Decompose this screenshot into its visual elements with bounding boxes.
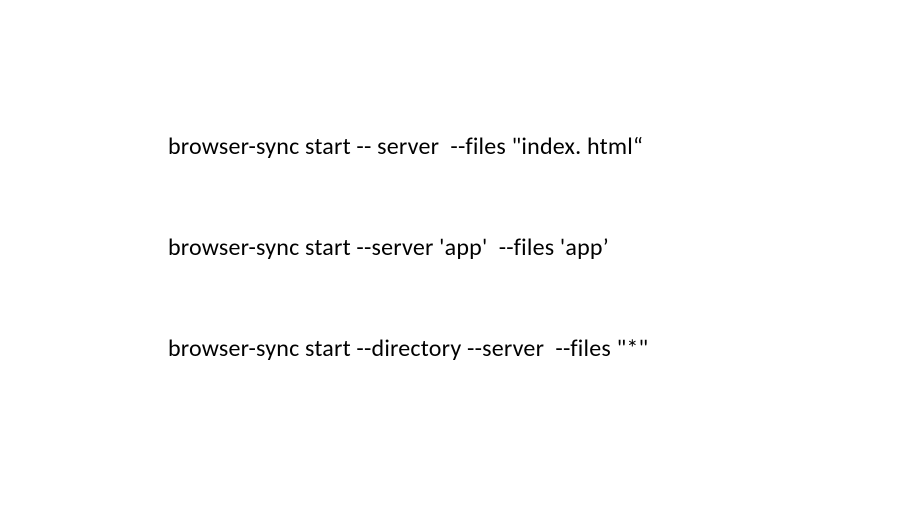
command-list: browser-sync start -- server --files "in… xyxy=(168,132,648,363)
command-line-1: browser-sync start -- server --files "in… xyxy=(168,132,648,161)
command-line-2: browser-sync start --server 'app' --file… xyxy=(168,233,648,262)
command-line-3: browser-sync start --directory --server … xyxy=(168,334,648,363)
